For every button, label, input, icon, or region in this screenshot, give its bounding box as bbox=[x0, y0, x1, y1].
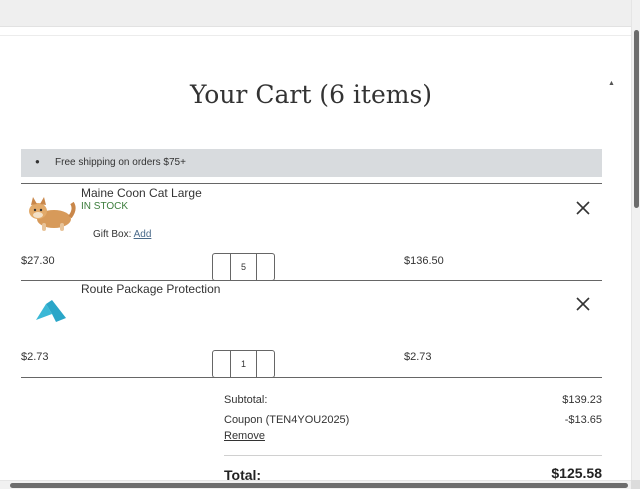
cart-divider bbox=[21, 377, 602, 378]
gift-box-add-link[interactable]: Add bbox=[134, 229, 152, 240]
vertical-scrollbar[interactable] bbox=[631, 0, 640, 480]
subtotal-value: $139.23 bbox=[562, 394, 602, 406]
quantity-value[interactable]: 5 bbox=[231, 254, 256, 280]
remove-coupon-link[interactable]: Remove bbox=[224, 430, 265, 442]
close-icon bbox=[576, 201, 590, 215]
total-value: $125.58 bbox=[551, 465, 602, 481]
browser-top-bar bbox=[0, 0, 631, 27]
product-name[interactable]: Maine Coon Cat Large bbox=[81, 186, 202, 200]
product-image-cat[interactable] bbox=[24, 195, 76, 233]
decrease-quantity-button[interactable] bbox=[213, 254, 231, 280]
stock-status: IN STOCK bbox=[81, 201, 129, 212]
coupon-value: -$13.65 bbox=[564, 414, 602, 426]
gift-box-row: Gift Box: Add bbox=[93, 229, 151, 240]
subtotal-label: Subtotal: bbox=[224, 394, 268, 406]
scrollbar-corner bbox=[631, 480, 640, 489]
vertical-scrollbar-thumb[interactable] bbox=[634, 30, 639, 208]
unit-price: $27.30 bbox=[21, 255, 55, 267]
line-total: $2.73 bbox=[404, 351, 432, 363]
increase-quantity-button[interactable] bbox=[256, 254, 274, 280]
decrease-quantity-button[interactable] bbox=[213, 351, 231, 377]
horizontal-scrollbar-thumb[interactable] bbox=[10, 483, 628, 488]
quantity-stepper[interactable]: 5 bbox=[212, 253, 275, 281]
horizontal-scrollbar[interactable] bbox=[0, 480, 640, 489]
shipping-banner-text: Free shipping on orders $75+ bbox=[55, 157, 186, 168]
gift-box-label: Gift Box: bbox=[93, 229, 132, 240]
increase-quantity-button[interactable] bbox=[256, 351, 274, 377]
summary-divider bbox=[224, 455, 602, 456]
line-total: $136.50 bbox=[404, 255, 444, 267]
cart-divider bbox=[21, 183, 602, 184]
shipping-banner: ● Free shipping on orders $75+ bbox=[21, 149, 602, 177]
page-title: Your Cart (6 items) bbox=[189, 80, 433, 109]
header-divider bbox=[0, 35, 631, 36]
close-icon bbox=[576, 297, 590, 311]
product-image-route[interactable] bbox=[34, 296, 68, 324]
cart-divider bbox=[21, 280, 602, 281]
remove-item-button[interactable] bbox=[574, 295, 592, 313]
product-name[interactable]: Route Package Protection bbox=[81, 282, 220, 296]
remove-item-button[interactable] bbox=[574, 199, 592, 217]
tag-icon: ● bbox=[35, 157, 40, 166]
coupon-label: Coupon (TEN4YOU2025) bbox=[224, 414, 350, 426]
unit-price: $2.73 bbox=[21, 351, 49, 363]
quantity-value[interactable]: 1 bbox=[231, 351, 256, 377]
quantity-stepper[interactable]: 1 bbox=[212, 350, 275, 378]
